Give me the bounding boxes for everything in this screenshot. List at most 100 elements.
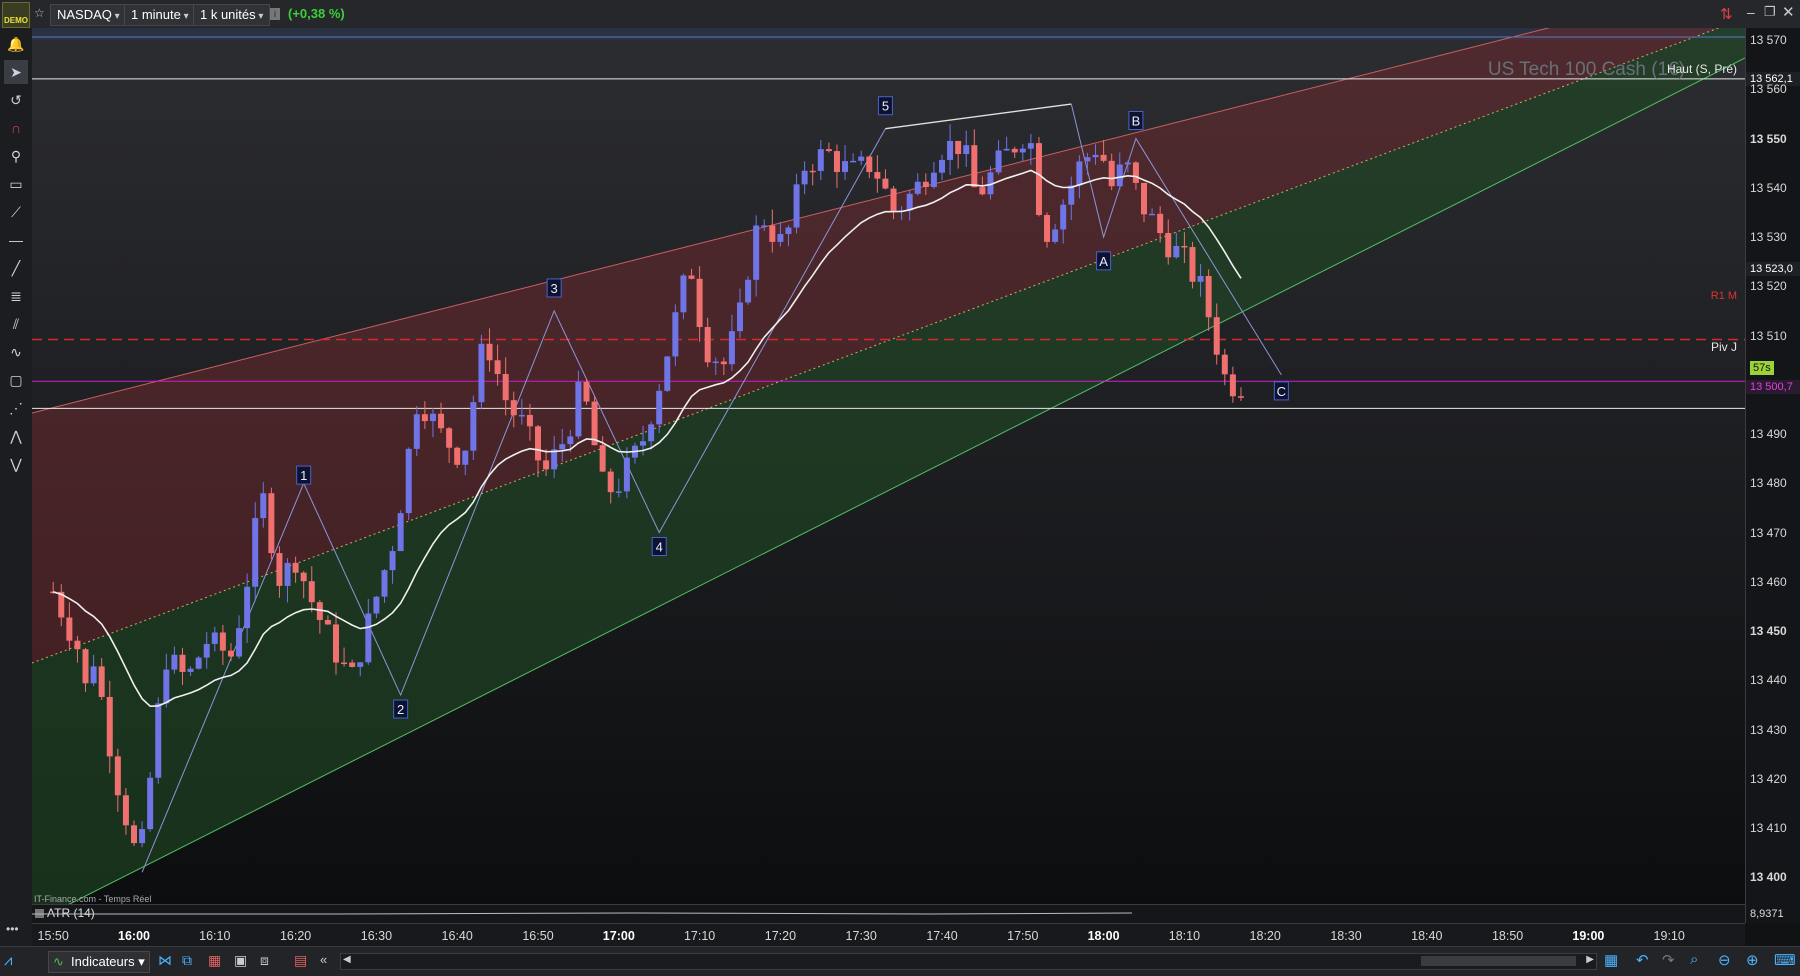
time-tick: 18:40 [1411, 929, 1443, 943]
candle-body [535, 426, 541, 461]
restore-icon[interactable]: ❐ [1764, 4, 1776, 20]
copy-icon[interactable]: ⧉ [182, 952, 192, 969]
timeframe-select[interactable]: 1 minute [124, 4, 196, 26]
horizontal-line-icon[interactable]: — [4, 228, 28, 252]
magnet-icon[interactable]: ∩ [4, 116, 28, 140]
window-icon[interactable]: ▣ [234, 952, 247, 969]
calc-icon[interactable]: ▦ [208, 952, 221, 969]
candle-body [1092, 154, 1099, 158]
time-tick: 16:20 [279, 929, 312, 943]
info-icon[interactable]: i [270, 8, 280, 20]
candle-body [947, 140, 954, 160]
candle-body [753, 225, 760, 280]
elliott-icon[interactable]: ⋀ [4, 424, 28, 448]
wave-label: 1 [300, 468, 307, 483]
time-tick: 19:10 [1653, 929, 1685, 943]
time-tick: 18:10 [1168, 929, 1201, 943]
candle-body [833, 151, 840, 173]
candle-body [478, 343, 485, 403]
indicators-button[interactable]: ∿ Indicateurs ▾ [48, 951, 150, 973]
atr-pane[interactable]: ATR (14) [32, 904, 1745, 924]
time-axis[interactable]: 15:50 16:00 16:10 16:20 16:30 16:40 16:50 17:00… [32, 923, 1745, 947]
candle-body [1076, 161, 1083, 186]
bell-icon[interactable]: 🔔 [4, 32, 28, 56]
candle-body [842, 161, 849, 173]
ruler-icon[interactable]: ▭ [4, 172, 28, 196]
star-icon[interactable]: ☆ [34, 6, 46, 22]
price-tick: 13 420 [1750, 771, 1787, 786]
candle-body [543, 460, 550, 470]
r1m-label: R1 M [1710, 290, 1737, 302]
zoom-in-icon[interactable]: ⊕ [1746, 951, 1759, 969]
candle-body [712, 361, 719, 364]
magnet-lock-icon[interactable]: ⚲ [4, 144, 28, 168]
fibonacci-icon[interactable]: ≣ [4, 284, 28, 308]
candle-body [696, 278, 703, 328]
candle-body [284, 562, 291, 586]
candle-body [397, 513, 404, 552]
scroll-thumb[interactable] [1421, 956, 1576, 966]
candle-body [1141, 182, 1147, 215]
candle-body [599, 445, 606, 472]
trend-line-icon[interactable]: ╱ [4, 256, 28, 280]
more-options-icon[interactable]: ••• [6, 922, 19, 936]
redo-icon[interactable]: ↷ [1662, 951, 1675, 969]
price-tick: 13 480 [1750, 476, 1787, 491]
channel-icon[interactable]: ⫽ [4, 312, 28, 336]
candle-body [405, 448, 412, 514]
calendar-icon[interactable]: ▦ [1604, 951, 1618, 969]
keyboard-icon[interactable]: ⌨ [1774, 951, 1796, 969]
candle-body [777, 234, 784, 242]
candle-body [648, 424, 655, 442]
candle-body [607, 471, 614, 493]
screenshot-icon[interactable]: ⧈ [260, 952, 269, 969]
top-toolbar: DEMO ☆ NASDAQ 1 minute 1 k unités i (+0,… [0, 0, 1800, 29]
candle-body [438, 413, 445, 429]
zoom-out-icon[interactable]: ⊖ [1718, 951, 1731, 969]
candle-body [1052, 229, 1059, 242]
rectangle-icon[interactable]: ▢ [4, 368, 28, 392]
close-icon[interactable]: ✕ [1782, 3, 1795, 21]
price-tick: 13 460 [1750, 574, 1787, 589]
candle-body [1221, 354, 1228, 375]
candle-body [939, 159, 945, 173]
atr-line [32, 912, 1133, 915]
time-tick: 17:20 [764, 929, 797, 943]
elliott-abc-icon[interactable]: ⋁ [4, 452, 28, 476]
candle-body [955, 140, 962, 155]
undo-draw-icon[interactable]: ↺ [4, 88, 28, 112]
price-tick: 13 560 [1750, 82, 1787, 97]
cursor-icon[interactable]: ➤ [4, 60, 28, 84]
candle-body [745, 279, 752, 303]
price-chart[interactable]: 1 2 3 4 5 A B C US Tech 100 Cash (1€) Haut (S, … [32, 28, 1745, 910]
instrument-select[interactable]: NASDAQ [50, 4, 127, 26]
candle-body [502, 374, 509, 401]
minimize-icon[interactable]: – [1747, 4, 1755, 20]
time-tick: 16:00 [118, 929, 150, 943]
share-icon[interactable]: ⋈ [158, 952, 172, 969]
scroll-right-arrow[interactable]: ▶ [1586, 954, 1594, 965]
candle-body [1149, 213, 1156, 216]
candle-body [122, 795, 129, 826]
collapse-icon[interactable]: « [320, 952, 327, 967]
candle-body [373, 596, 380, 614]
price-axis[interactable]: 13 562,1 13 523,0 57s 13 500,7 8,9371 13… [1745, 28, 1800, 923]
candle-body [454, 447, 461, 465]
zoom-fit-icon[interactable]: ⌕ [1690, 951, 1698, 968]
candle-body [672, 312, 679, 357]
sync-icon[interactable]: ⇅ [1720, 5, 1733, 23]
pattern-icon[interactable]: ∿ [4, 340, 28, 364]
candle-body [680, 275, 687, 313]
chart-type-icon[interactable]: ⩘ [4, 952, 12, 969]
fib-fan-icon[interactable]: ⋰ [4, 396, 28, 420]
scroll-left-arrow[interactable]: ◀ [343, 954, 351, 965]
candle-body [510, 400, 517, 416]
units-select[interactable]: 1 k unités [193, 4, 271, 26]
piv-j-label: Piv J [1710, 340, 1737, 354]
export-icon[interactable]: ▤ [294, 952, 307, 969]
chart-canvas[interactable]: 1 2 3 4 5 A B C [32, 28, 1745, 910]
horizontal-scrollbar[interactable]: ◀ ▶ [340, 953, 1597, 970]
undo-icon[interactable]: ↶ [1636, 951, 1649, 969]
segment-icon[interactable]: ⟋ [4, 200, 28, 224]
candle-body [720, 361, 727, 365]
